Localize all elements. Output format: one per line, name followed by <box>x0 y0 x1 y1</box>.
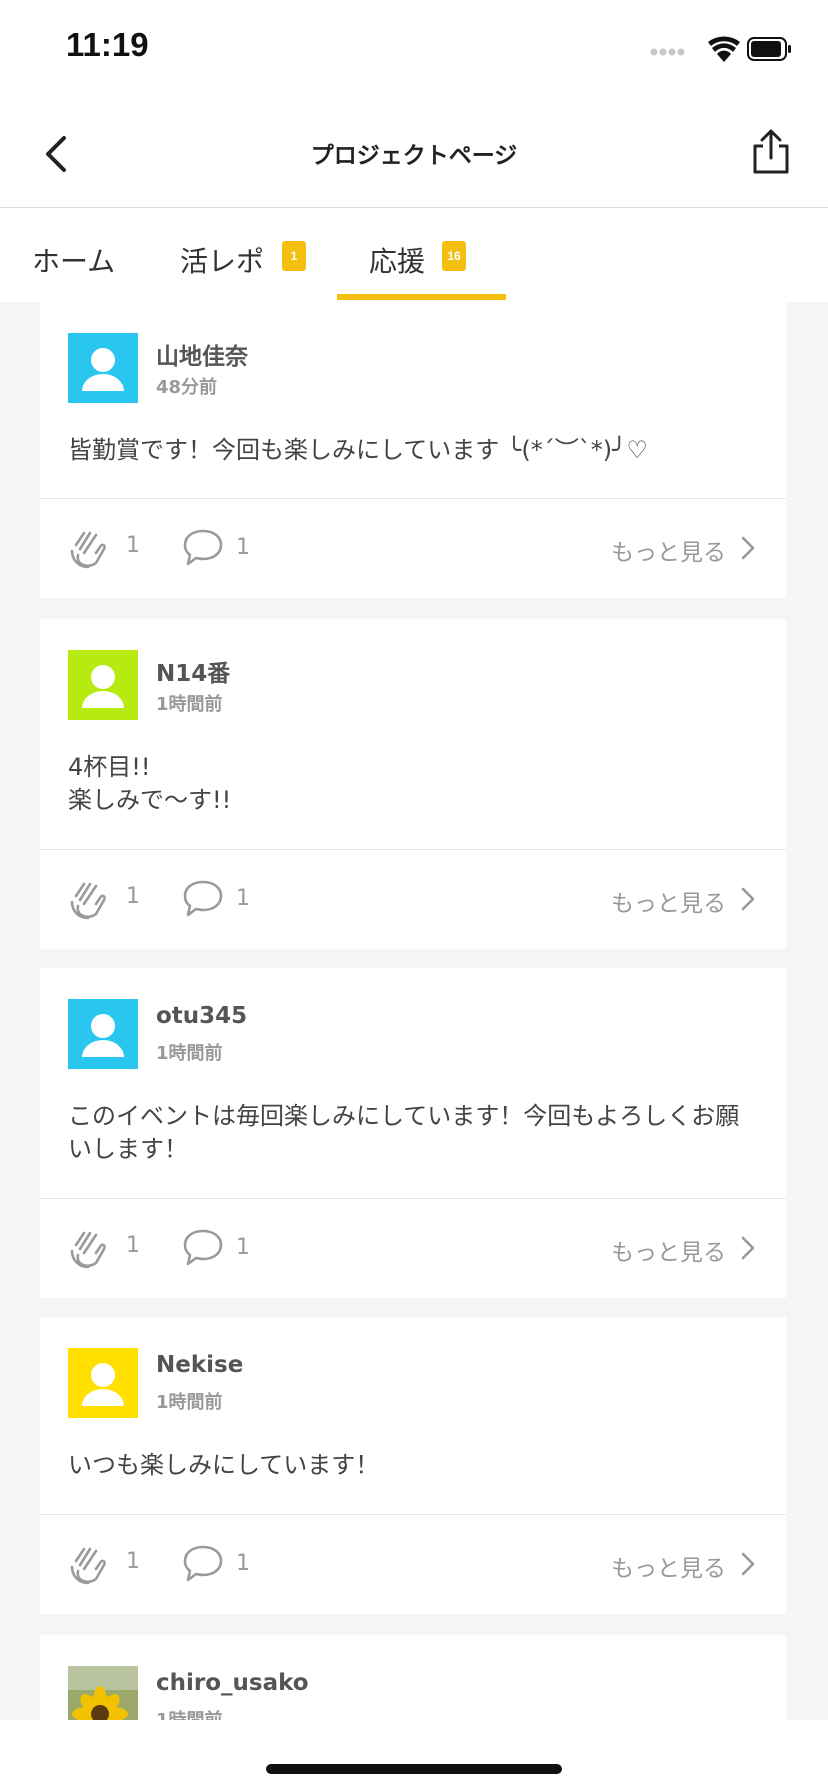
share-button[interactable] <box>748 128 794 176</box>
user-silhouette-icon <box>82 1363 124 1406</box>
clap-count: 1 <box>126 533 140 558</box>
clap-icon[interactable] <box>68 525 110 569</box>
clap-count: 1 <box>126 1233 140 1258</box>
chevron-right-icon[interactable] <box>740 886 756 912</box>
clap-count: 1 <box>126 884 140 909</box>
active-tab-indicator <box>337 294 506 300</box>
comment-count: 1 <box>236 886 250 911</box>
post-card: chiro_usako 1時間前 <box>40 1635 786 1720</box>
chevron-right-icon[interactable] <box>740 1235 756 1261</box>
chevron-right-icon[interactable] <box>740 1551 756 1577</box>
post-time: 1時間前 <box>156 694 223 715</box>
tab-home[interactable]: ホーム <box>0 208 150 302</box>
tab-support[interactable]: 応援 16 <box>337 208 506 302</box>
status-icons <box>650 36 791 62</box>
see-more-link[interactable]: もっと見る <box>611 533 726 567</box>
tab-label: 応援 <box>369 245 426 278</box>
clap-icon[interactable] <box>68 1225 110 1269</box>
post-actions: 1 1 もっと見る <box>40 1199 786 1297</box>
comment-icon[interactable] <box>182 1227 224 1267</box>
post-actions: 1 1 もっと見る <box>40 499 786 597</box>
post-time: 1時間前 <box>156 1706 223 1720</box>
post-body: このイベントは毎回楽しみにしています！今回もよろしくお願いします！ <box>68 1102 740 1163</box>
comment-icon[interactable] <box>182 527 224 567</box>
chevron-right-icon[interactable] <box>740 535 756 561</box>
comment-count: 1 <box>236 1551 250 1576</box>
avatar[interactable] <box>68 333 138 403</box>
see-more-link[interactable]: もっと見る <box>611 884 726 918</box>
see-more-link[interactable]: もっと見る <box>611 1549 726 1583</box>
sunflower-photo-icon <box>68 1666 138 1720</box>
home-indicator[interactable] <box>266 1764 562 1774</box>
clap-icon[interactable] <box>68 876 110 920</box>
comment-count: 1 <box>236 535 250 560</box>
post-time: 1時間前 <box>156 1043 223 1064</box>
tab-label: 活レポ <box>180 245 265 278</box>
post-body: 4杯目!! 楽しみで〜す!! <box>68 753 232 814</box>
tab-badge: 16 <box>442 241 466 271</box>
comment-icon[interactable] <box>182 1543 224 1583</box>
nav-bar: プロジェクトページ <box>0 100 828 208</box>
status-bar: 11:19 <box>0 0 828 100</box>
status-time: 11:19 <box>66 26 149 63</box>
tab-badge: 1 <box>282 241 306 271</box>
support-feed[interactable]: 山地佳奈 48分前 皆勤賞です！今回も楽しみにしています ╰(*´︶`*)╯♡ … <box>0 302 828 1720</box>
user-name[interactable]: Nekise <box>156 1352 243 1378</box>
tab-label: ホーム <box>32 245 116 278</box>
page-title: プロジェクトページ <box>310 143 518 169</box>
post-body: 皆勤賞です！今回も楽しみにしています ╰(*´︶`*)╯♡ <box>68 436 649 464</box>
post-time: 48分前 <box>156 377 218 398</box>
post-actions: 1 1 もっと見る <box>40 1515 786 1613</box>
post-card: Nekise 1時間前 いつも楽しみにしています！ 1 1 もっと見る <box>40 1317 786 1614</box>
clap-count: 1 <box>126 1549 140 1574</box>
comment-icon[interactable] <box>182 878 224 918</box>
battery-icon <box>747 37 791 61</box>
user-silhouette-icon <box>82 1014 124 1057</box>
user-name[interactable]: N14番 <box>156 654 230 688</box>
avatar[interactable] <box>68 1666 138 1720</box>
comment-count: 1 <box>236 1235 250 1260</box>
user-silhouette-icon <box>82 348 124 391</box>
post-time: 1時間前 <box>156 1392 223 1413</box>
see-more-link[interactable]: もっと見る <box>611 1233 726 1267</box>
post-body: いつも楽しみにしています！ <box>68 1451 380 1479</box>
user-name[interactable]: chiro_usako <box>156 1670 309 1696</box>
post-card: 山地佳奈 48分前 皆勤賞です！今回も楽しみにしています ╰(*´︶`*)╯♡ … <box>40 302 786 598</box>
clap-icon[interactable] <box>68 1541 110 1585</box>
avatar[interactable] <box>68 999 138 1069</box>
user-name[interactable]: 山地佳奈 <box>156 337 248 371</box>
user-silhouette-icon <box>82 665 124 708</box>
post-card: otu345 1時間前 このイベントは毎回楽しみにしています！今回もよろしくお願… <box>40 968 786 1298</box>
tab-bar: ホーム 活レポ 1 応援 16 <box>0 208 828 302</box>
wifi-icon <box>708 36 740 62</box>
post-actions: 1 1 もっと見る <box>40 850 786 948</box>
home-indicator-area <box>0 1720 828 1792</box>
avatar[interactable] <box>68 650 138 720</box>
user-name[interactable]: otu345 <box>156 1003 247 1029</box>
signal-icon <box>650 48 685 56</box>
avatar[interactable] <box>68 1348 138 1418</box>
post-card: N14番 1時間前 4杯目!! 楽しみで〜す!! 1 1 もっと見る <box>40 619 786 949</box>
tab-activity-report[interactable]: 活レポ 1 <box>150 208 330 302</box>
